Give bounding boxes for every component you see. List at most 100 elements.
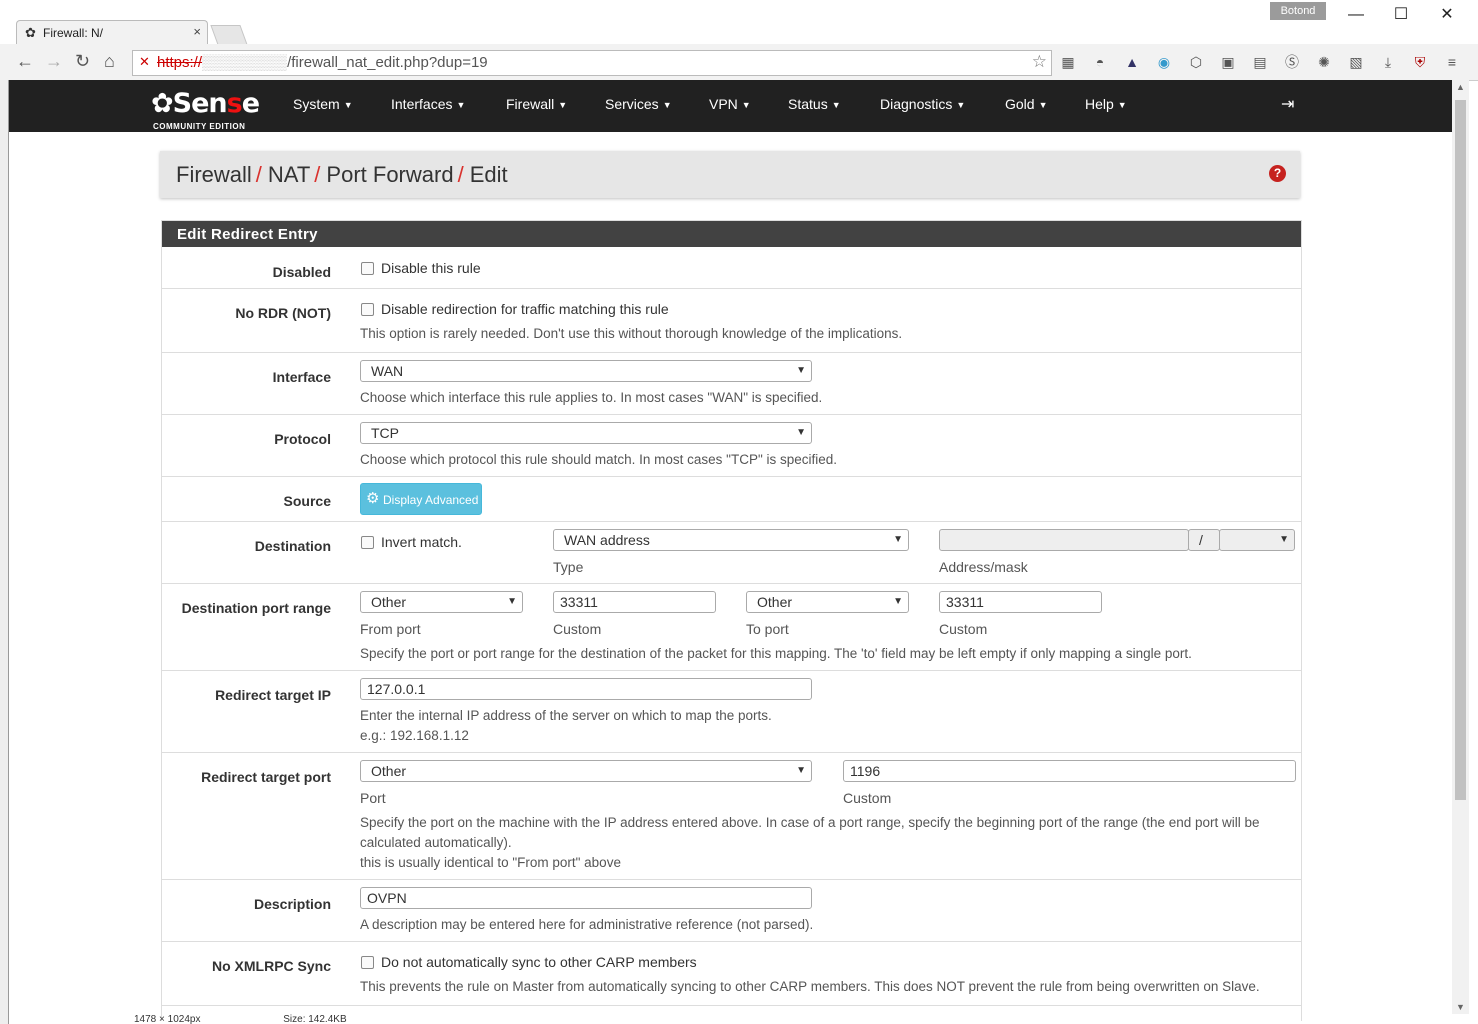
scroll-down-icon[interactable]: ▼ — [1456, 1002, 1465, 1012]
target-port-custom-input[interactable]: 1196 — [843, 760, 1296, 782]
back-arrow-icon[interactable]: ← — [16, 51, 34, 72]
breadcrumb-nat[interactable]: NAT — [268, 162, 310, 187]
target-ip-help: Enter the internal IP address of the ser… — [360, 708, 772, 723]
interface-select[interactable]: WAN ▼ — [360, 360, 812, 382]
caret-down-icon: ▼ — [1038, 100, 1048, 110]
dropdown-arrow-icon: ▼ — [893, 596, 903, 607]
breadcrumb-edit: Edit — [469, 162, 508, 187]
noxmlrpc-checkbox[interactable] — [361, 956, 374, 969]
destination-type-label: Type — [553, 559, 584, 575]
target-ip-label: Redirect target IP — [215, 687, 331, 703]
status-size: Size: 142.4KB — [283, 1014, 347, 1024]
settings-gear-ext-icon[interactable]: ✺ — [1314, 52, 1334, 72]
menu-services[interactable]: Services ▼ — [605, 96, 672, 112]
protocol-select[interactable]: TCP ▼ — [360, 422, 812, 444]
dropdown-arrow-icon: ▼ — [507, 596, 517, 607]
caret-down-icon: ▼ — [741, 100, 751, 110]
address-bar[interactable]: ✕ https://▒▒▒▒▒▒▒▒/firewall_nat_edit.php… — [132, 50, 1052, 76]
row-nordr: No RDR (NOT) Disable redirection for tra… — [162, 289, 1301, 353]
menu-interfaces[interactable]: Interfaces ▼ — [391, 96, 465, 112]
skype-icon[interactable]: Ⓢ — [1282, 52, 1302, 72]
dest-port-help: Specify the port or port range for the d… — [360, 646, 1192, 661]
source-label: Source — [283, 493, 331, 509]
maximize-button[interactable]: ☐ — [1381, 4, 1421, 26]
target-port-help-3: this is usually identical to "From port"… — [360, 855, 621, 870]
home-icon[interactable]: ⌂ — [104, 51, 115, 72]
disable-rule-checkbox[interactable] — [361, 262, 374, 275]
destination-mask-select[interactable]: ▼ — [1219, 529, 1295, 551]
target-port-help-2: calculated automatically). — [360, 835, 512, 850]
noxmlrpc-help: This prevents the rule on Master from au… — [360, 979, 1260, 994]
dropdown-arrow-icon: ▼ — [796, 365, 806, 376]
css-icon[interactable]: ▤ — [1250, 52, 1270, 72]
from-port-custom-input[interactable]: 33311 — [553, 591, 716, 613]
menu-system[interactable]: System ▼ — [293, 96, 353, 112]
target-port-help-1: Specify the port on the machine with the… — [360, 815, 1260, 830]
nordr-checkbox[interactable] — [361, 303, 374, 316]
background-window-edge — [0, 80, 9, 1024]
browser-tab[interactable]: ✿ Firewall: N/ × — [16, 20, 208, 45]
target-ip-input[interactable]: 127.0.0.1 — [360, 678, 812, 700]
window-close-button[interactable]: ✕ — [1427, 4, 1467, 26]
profile-badge[interactable]: Botond — [1270, 2, 1326, 20]
menu-vpn[interactable]: VPN ▼ — [709, 96, 751, 112]
destination-type-select[interactable]: WAN address ▼ — [553, 529, 909, 551]
breadcrumb-firewall[interactable]: Firewall — [176, 162, 252, 187]
mask-separator: / — [1188, 529, 1220, 551]
dropdown-arrow-icon: ▼ — [1279, 534, 1289, 545]
pfsense-logo[interactable]: ✿Sense COMMUNITY EDITION — [151, 88, 260, 131]
insecure-lock-icon: ✕ — [139, 54, 150, 69]
pfsense-favicon-icon: ✿ — [25, 25, 36, 40]
from-port-select[interactable]: Other ▼ — [360, 591, 523, 613]
destination-address-input[interactable] — [939, 529, 1189, 551]
new-tab-button[interactable] — [210, 25, 248, 45]
target-custom-sub-label: Custom — [843, 790, 892, 806]
bookmark-star-icon[interactable]: ☆ — [1032, 52, 1047, 72]
menu-gold[interactable]: Gold ▼ — [1005, 96, 1048, 112]
incognito-glasses-icon[interactable]: ◓ — [1090, 52, 1110, 72]
status-bar: 1478 × 1024px Size: 142.4KB — [110, 1014, 1450, 1024]
scrollbar-thumb[interactable] — [1455, 100, 1466, 800]
to-port-label: To port — [746, 621, 789, 637]
reload-icon[interactable]: ↻ — [75, 51, 90, 72]
interface-label: Interface — [272, 369, 331, 385]
target-port-label: Redirect target port — [201, 769, 331, 785]
destination-label: Destination — [254, 538, 331, 554]
image-icon[interactable]: ▣ — [1218, 52, 1238, 72]
tab-close-icon[interactable]: × — [193, 24, 201, 39]
nordr-help: This option is rarely needed. Don't use … — [360, 326, 903, 341]
browser-menu-icon[interactable]: ≡ — [1442, 52, 1462, 72]
camera-icon[interactable]: ◉ — [1154, 52, 1174, 72]
target-port-select[interactable]: Other ▼ — [360, 760, 812, 782]
url-scheme: https:// — [157, 54, 203, 71]
to-port-custom-input[interactable]: 33311 — [939, 591, 1102, 613]
description-input[interactable]: OVPN — [360, 887, 812, 909]
forward-arrow-icon[interactable]: → — [45, 51, 63, 72]
minimize-button[interactable]: — — [1336, 4, 1376, 26]
menu-help[interactable]: Help ▼ — [1085, 96, 1127, 112]
qr-code-icon[interactable]: ▦ — [1058, 52, 1078, 72]
caret-down-icon: ▼ — [1117, 100, 1127, 110]
menu-firewall[interactable]: Firewall ▼ — [506, 96, 567, 112]
row-target-ip: Redirect target IP 127.0.0.1 Enter the i… — [162, 671, 1301, 753]
url-path: /firewall_nat_edit.php?dup=19 — [287, 54, 488, 71]
ublock-shield-icon[interactable]: ⛨ — [1410, 52, 1430, 72]
page-icon[interactable]: ▧ — [1346, 52, 1366, 72]
breadcrumb-port-forward[interactable]: Port Forward — [326, 162, 453, 187]
to-port-select[interactable]: Other ▼ — [746, 591, 909, 613]
interface-help: Choose which interface this rule applies… — [360, 390, 823, 405]
download-icon[interactable]: ⤓ — [1378, 52, 1398, 72]
dropdown-arrow-icon: ▼ — [893, 534, 903, 545]
row-interface: Interface WAN ▼ Choose which interface th… — [162, 353, 1301, 415]
cube-icon[interactable]: ⬡ — [1186, 52, 1206, 72]
logout-icon[interactable]: ⇥ — [1281, 94, 1294, 114]
invert-match-checkbox[interactable] — [361, 536, 374, 549]
scroll-up-icon[interactable]: ▲ — [1456, 82, 1465, 92]
menu-diagnostics[interactable]: Diagnostics ▼ — [880, 96, 965, 112]
page-scrollbar[interactable]: ▲ ▼ — [1452, 80, 1469, 1014]
display-advanced-button[interactable]: ⚙ Display Advanced — [360, 483, 482, 515]
menu-status[interactable]: Status ▼ — [788, 96, 841, 112]
extension-a-icon[interactable]: ▲ — [1122, 52, 1142, 72]
description-help: A description may be entered here for ad… — [360, 917, 814, 932]
help-question-icon[interactable]: ? — [1269, 165, 1286, 182]
